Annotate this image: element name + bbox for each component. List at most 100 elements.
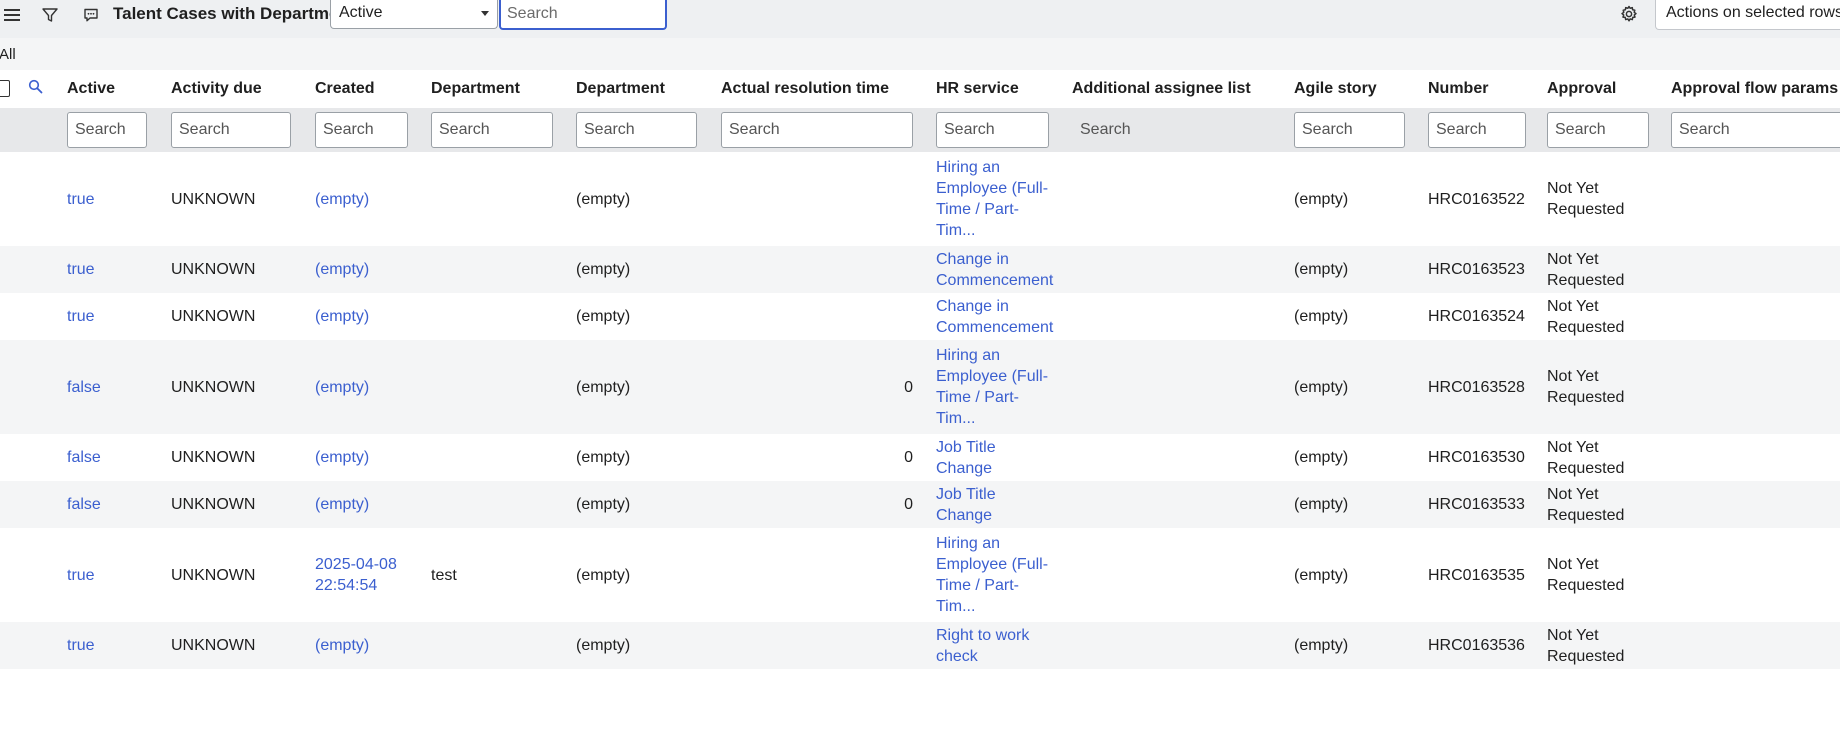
table-row[interactable]: true UNKNOWN (empty) (empty) Right to work c… [0,622,1840,669]
magnifier-icon[interactable] [28,79,43,99]
column-header-activity-due[interactable]: Activity due [171,70,315,108]
chat-bubble-icon[interactable] [78,2,104,28]
breadcrumb-all[interactable]: All [0,46,16,63]
cell-department: test [431,566,457,584]
table-row[interactable]: true UNKNOWN (empty) (empty) Change in Comme… [0,246,1840,293]
cell-created[interactable]: (empty) [315,246,431,293]
filter-approval-flow-params-input[interactable] [1671,112,1840,148]
gear-icon[interactable] [1616,1,1642,27]
cell-hr-service[interactable]: Hiring an Employee (Full-Time / Part-Tim… [936,528,1072,622]
cell-activity-due: UNKNOWN [171,246,315,293]
cell-created[interactable]: (empty) [315,481,431,528]
cell-number: HRC0163530 [1428,449,1525,466]
cell-approval-flow-params [1671,293,1840,340]
cell-created[interactable]: (empty) [315,622,431,669]
table-row[interactable]: true UNKNOWN 2025-04-08 22:54:54 test (empty… [0,528,1840,622]
column-header-department-2[interactable]: Department [576,70,721,108]
filter-department-2-input[interactable] [576,112,697,148]
filter-department-input[interactable] [431,112,553,148]
cell-department [431,340,576,434]
cell-agile-story: (empty) [1294,566,1349,584]
cell-number: HRC0163535 [1428,566,1525,584]
cell-active[interactable]: true [67,293,171,340]
cell-hr-service[interactable]: Job Title Change [936,481,1072,528]
cell-department [431,622,576,669]
cell-approval-flow-params [1671,340,1840,434]
list-toolbar: Talent Cases with Department Active Acti… [0,0,1840,38]
cell-created[interactable]: (empty) [315,340,431,434]
column-header-actual-resolution-time[interactable]: Actual resolution time [721,70,936,108]
column-header-approval-flow-params[interactable]: Approval flow params [1671,70,1840,108]
column-header-department[interactable]: Department [431,70,576,108]
column-header-created[interactable]: Created [315,70,431,108]
cell-activity-due: UNKNOWN [171,190,256,208]
filter-select[interactable]: Active [330,0,498,29]
cell-agile-story: (empty) [1294,481,1428,528]
cell-approval: Not Yet Requested [1547,481,1671,528]
cell-additional-assignee-list [1072,528,1294,622]
list-search-input[interactable] [499,0,667,30]
filter-approval-input[interactable] [1547,112,1649,148]
cell-department [431,246,576,293]
filter-additional-assignee-input [1072,112,1271,148]
cell-hr-service[interactable]: Hiring an Employee (Full-Time / Part-Tim… [936,340,1072,434]
cell-active[interactable]: false [67,481,171,528]
filter-number-input[interactable] [1428,112,1526,148]
filter-agile-story-input[interactable] [1294,112,1405,148]
filter-actual-resolution-time-input[interactable] [721,112,913,148]
cell-agile-story: (empty) [1294,449,1349,466]
filter-created-input[interactable] [315,112,408,148]
records-table: Active Activity due Created Department D… [0,70,1840,669]
list-title: Talent Cases with Department [113,4,355,23]
cell-hr-service[interactable]: Change in Commencement [936,246,1072,293]
cell-activity-due: UNKNOWN [171,622,315,669]
cell-active[interactable]: false [67,434,171,481]
select-all-checkbox[interactable] [0,80,10,98]
cell-approval: Not Yet Requested [1547,438,1625,477]
cell-agile-story: (empty) [1294,308,1349,325]
cell-active[interactable]: true [67,246,171,293]
cell-hr-service[interactable]: Right to work check [936,622,1072,669]
column-header-active[interactable]: Active [67,70,171,108]
column-header-approval[interactable]: Approval [1547,70,1671,108]
column-header-hr-service[interactable]: HR service [936,70,1072,108]
cell-created[interactable]: (empty) [315,293,431,340]
cell-department [431,293,576,340]
cell-active[interactable]: true [67,152,171,246]
column-header-agile-story[interactable]: Agile story [1294,70,1428,108]
column-header-number[interactable]: Number [1428,70,1547,108]
filter-hr-service-input[interactable] [936,112,1049,148]
cell-additional-assignee-list [1072,340,1294,434]
table-row[interactable]: true UNKNOWN (empty) (empty) Hiring an Emplo… [0,152,1840,246]
actions-on-selected-rows-button[interactable]: Actions on selected rows... [1655,0,1840,30]
cell-hr-service[interactable]: Hiring an Employee (Full-Time / Part-Tim… [936,152,1072,246]
cell-active[interactable]: false [67,340,171,434]
table-row[interactable]: false UNKNOWN (empty) (empty) 0 Job Title Cha… [0,481,1840,528]
cell-active[interactable]: true [67,528,171,622]
cell-department [431,481,576,528]
table-row[interactable]: false UNKNOWN (empty) (empty) 0 Job Title Cha… [0,434,1840,481]
filter-activity-due-input[interactable] [171,112,291,148]
cell-hr-service[interactable]: Job Title Change [936,434,1072,481]
table-row[interactable]: false UNKNOWN (empty) (empty) 0 Hiring an Emp… [0,340,1840,434]
funnel-icon[interactable] [37,2,63,28]
filter-active-input[interactable] [67,112,147,148]
cell-approval-flow-params [1671,481,1840,528]
cell-hr-service[interactable]: Change in Commencement [936,293,1072,340]
cell-approval-flow-params [1671,152,1840,246]
cell-created[interactable]: (empty) [315,152,431,246]
cell-activity-due: UNKNOWN [171,566,256,584]
table-row[interactable]: true UNKNOWN (empty) (empty) Change in Comme… [0,293,1840,340]
select-all-header [0,70,27,108]
breadcrumb: All [0,38,1840,70]
cell-department [431,152,576,246]
cell-created[interactable]: (empty) [315,434,431,481]
cell-approval: Not Yet Requested [1547,180,1625,218]
column-header-additional-assignee-list[interactable]: Additional assignee list [1072,70,1294,108]
cell-department [431,434,576,481]
cell-actual-resolution-time: 0 [721,340,936,434]
cell-active[interactable]: true [67,622,171,669]
cell-created[interactable]: 2025-04-08 22:54:54 [315,528,431,622]
hamburger-menu-icon[interactable] [0,2,25,28]
cell-department-2: (empty) [576,190,631,208]
